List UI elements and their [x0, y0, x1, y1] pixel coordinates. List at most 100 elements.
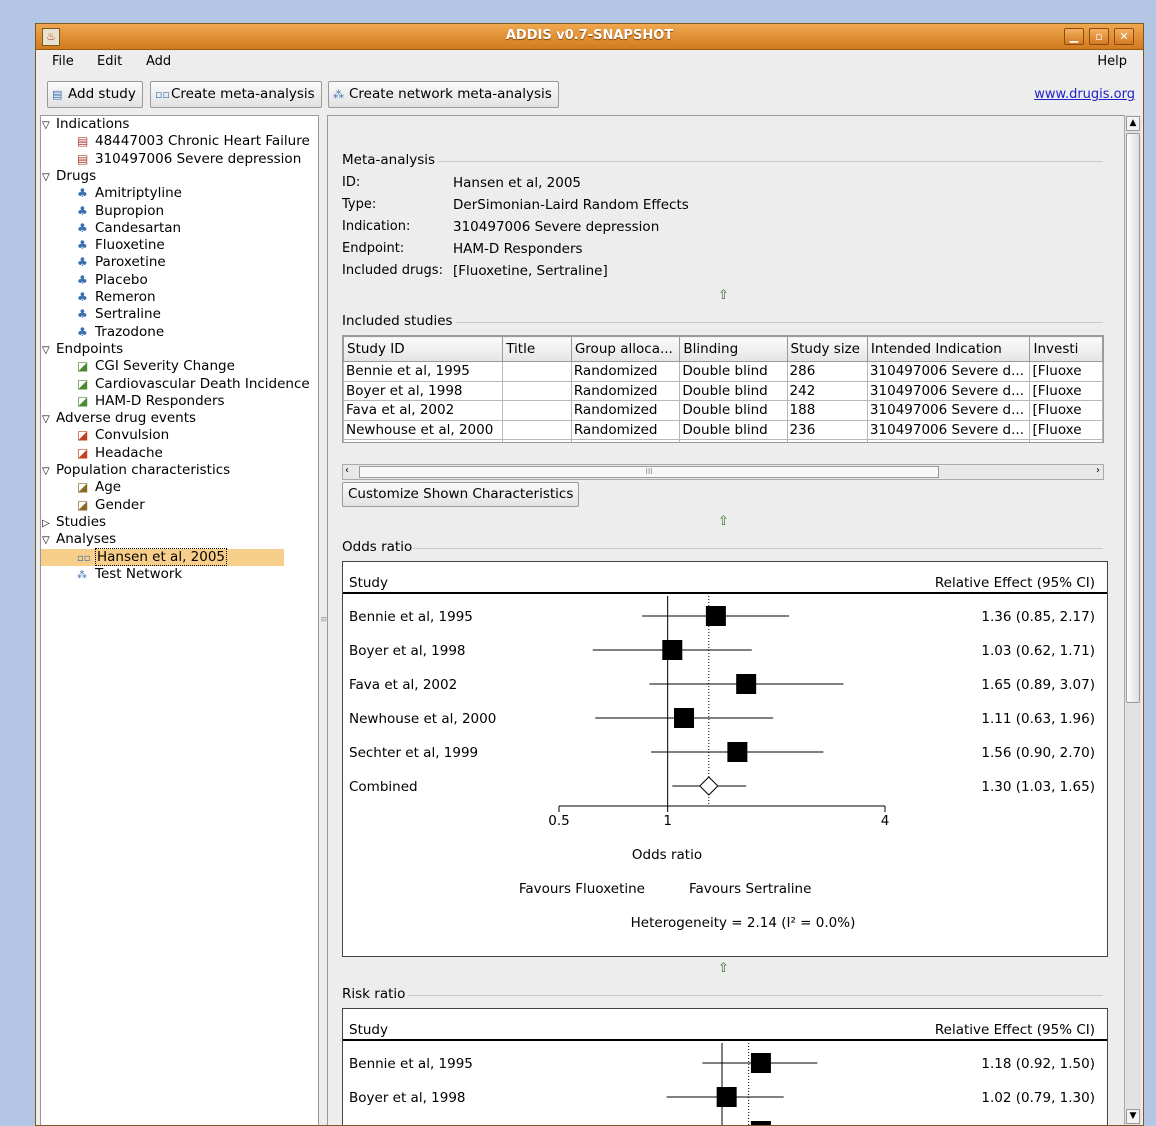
table-horizontal-scrollbar[interactable]: ‹ III ›: [342, 464, 1104, 480]
tree-group-analyses[interactable]: ▽ Analyses: [42, 531, 116, 548]
effect-value: 1.30 (1.03, 1.65): [981, 779, 1095, 795]
scroll-up-icon[interactable]: ▲: [1126, 116, 1140, 131]
table-cell: [Fluoxe: [1029, 361, 1103, 382]
tree-item[interactable]: ▤ 48447003 Chronic Heart Failure: [77, 133, 310, 150]
drugs-icon: ♣: [77, 272, 88, 287]
tree-item[interactable]: ♣ Candesartan: [77, 220, 181, 237]
tree-item[interactable]: ♣ Fluoxetine: [77, 237, 165, 254]
table-row[interactable]: Fava et al, 2002 Randomized Double blind 18…: [343, 400, 1103, 421]
customize-characteristics-button[interactable]: Customize Shown Characteristics: [342, 482, 580, 507]
expanded-triangle-icon[interactable]: ▽: [42, 169, 56, 186]
tree-group-studies[interactable]: ▷ Studies: [42, 514, 106, 531]
tree-group-drugs[interactable]: ▽ Drugs: [42, 168, 96, 185]
tree-group-label: Population characteristics: [56, 462, 231, 478]
create-meta-label: Create meta-analysis: [171, 86, 315, 102]
expanded-triangle-icon[interactable]: ▽: [42, 411, 56, 428]
risk-ratio-section-title: Risk ratio: [342, 986, 406, 1002]
table-cell: Randomized: [570, 419, 681, 440]
tree-item-label: 310497006 Severe depression: [95, 150, 302, 167]
tree-item[interactable]: ◪ Headache: [77, 445, 163, 462]
minimize-icon[interactable]: ▁: [1064, 28, 1084, 45]
type-value: DerSimonian-Laird Random Effects: [453, 197, 689, 213]
risk-ratio-chart: Study Relative Effect (95% CI) Bennie et a…: [343, 1022, 1107, 1125]
expanded-triangle-icon[interactable]: ▽: [42, 342, 56, 359]
table-row[interactable]: Sechter et al, 1999 RandomizedDouble blin…: [343, 439, 1103, 442]
table-row[interactable]: Newhouse et al, 2000 Randomized Double bli…: [343, 419, 1103, 440]
table-scroll-thumb[interactable]: III: [359, 466, 939, 478]
tree-item-label: Convulsion: [95, 427, 170, 444]
column-header[interactable]: Blinding: [679, 336, 788, 362]
column-header[interactable]: Intended Indication: [866, 336, 1031, 362]
column-header[interactable]: Study size: [786, 336, 868, 362]
title-bar: ♨ ADDIS v0.7-SNAPSHOT ▁ ▫ ✕: [36, 24, 1143, 50]
table-row[interactable]: Boyer et al, 1998 Randomized Double blind 2…: [343, 380, 1103, 401]
app-window: ♨ ADDIS v0.7-SNAPSHOT ▁ ▫ ✕ File Edit Ad…: [35, 23, 1144, 1126]
scroll-down-icon[interactable]: ▼: [1126, 1109, 1140, 1124]
tree-item[interactable]: ▫▫ Hansen et al, 2005: [41, 547, 284, 566]
column-header[interactable]: Group alloca...: [570, 336, 681, 362]
endpoints-icon: ◪: [77, 393, 89, 408]
study-label: Bennie et al, 1995: [349, 1056, 473, 1072]
create-network-meta-analysis-button[interactable]: ⁂ Create network meta-analysis: [328, 81, 559, 108]
tree-item[interactable]: ◪ Cardiovascular Death Incidence: [77, 376, 310, 393]
expanded-triangle-icon[interactable]: ▽: [42, 532, 56, 549]
table-cell: Double blind: [679, 400, 788, 421]
endpoint-label: Endpoint:: [342, 241, 405, 256]
tree-group-endpoints[interactable]: ▽ Endpoints: [42, 341, 123, 358]
tree-item[interactable]: ▤ 310497006 Severe depression: [77, 151, 301, 168]
collapse-arrow-icon[interactable]: ⇧: [718, 288, 729, 303]
column-header[interactable]: Title: [502, 336, 572, 362]
menu-file[interactable]: File: [52, 54, 74, 69]
expanded-triangle-icon[interactable]: ▽: [42, 117, 56, 134]
tree-item[interactable]: ♣ Bupropion: [77, 203, 164, 220]
tree-group-ade[interactable]: ▽ Adverse drug events: [42, 410, 196, 427]
expanded-triangle-icon[interactable]: ▽: [42, 463, 56, 480]
menu-help[interactable]: Help: [1097, 54, 1127, 69]
collapse-arrow-icon[interactable]: ⇧: [718, 961, 729, 976]
menu-add[interactable]: Add: [146, 54, 171, 69]
tree-item-label: Headache: [95, 444, 163, 461]
tree-item[interactable]: ♣ Trazodone: [77, 324, 164, 341]
add-study-button[interactable]: ▤ Add study: [47, 81, 143, 108]
tree-group-indications[interactable]: ▽ Indications: [42, 116, 129, 133]
scroll-right-icon[interactable]: ›: [1096, 465, 1100, 476]
tree-item[interactable]: ⁂ Test Network: [77, 566, 182, 583]
drugis-link[interactable]: www.drugis.org: [1034, 87, 1135, 102]
tree-item[interactable]: ◪ Age: [77, 479, 121, 496]
tree-item[interactable]: ♣ Placebo: [77, 272, 148, 289]
maximize-icon[interactable]: ▫: [1089, 28, 1109, 45]
column-header[interactable]: Study ID: [343, 336, 504, 362]
drugs-icon: ♣: [77, 186, 88, 201]
tree-item[interactable]: ◪ Gender: [77, 497, 145, 514]
tree-item[interactable]: ◪ Convulsion: [77, 427, 169, 444]
tree-item[interactable]: ◪ CGI Severity Change: [77, 358, 235, 375]
included-drugs-value: [Fluoxetine, Sertraline]: [453, 263, 608, 279]
tree-item[interactable]: ♣ Paroxetine: [77, 254, 166, 271]
tree-group-population[interactable]: ▽ Population characteristics: [42, 462, 230, 479]
menu-edit[interactable]: Edit: [97, 54, 122, 69]
table-cell: [Fluoxe: [1029, 439, 1103, 442]
column-header[interactable]: Investi: [1029, 336, 1103, 362]
table-cell: [502, 419, 572, 440]
study-label: Fava et al, 2002: [349, 677, 457, 693]
tree-group-label: Studies: [56, 513, 107, 530]
table-cell: Randomized: [570, 400, 681, 421]
collapsed-triangle-icon[interactable]: ▷: [42, 515, 56, 532]
close-icon[interactable]: ✕: [1114, 28, 1134, 45]
drugs-icon: ♣: [77, 324, 88, 339]
collapse-arrow-icon[interactable]: ⇧: [718, 514, 729, 529]
tree-item[interactable]: ♣ Sertraline: [77, 306, 161, 323]
tree-item[interactable]: ♣ Remeron: [77, 289, 156, 306]
vertical-scrollbar[interactable]: ▲ ▼: [1124, 115, 1141, 1125]
ade-icon: ◪: [77, 445, 89, 460]
create-meta-analysis-button[interactable]: ▫▫Create meta-analysis: [150, 81, 322, 108]
scroll-left-icon[interactable]: ‹: [345, 465, 349, 476]
split-pane-divider[interactable]: ≡: [319, 115, 328, 1125]
table-cell: [Fluoxe: [1029, 380, 1103, 401]
vertical-scroll-thumb[interactable]: [1126, 133, 1140, 703]
table-cell: Boyer et al, 1998: [343, 380, 504, 401]
tree-item[interactable]: ♣ Amitriptyline: [77, 185, 182, 202]
meta-analysis-view: Meta-analysis ID: Hansen et al, 2005 Typ…: [327, 115, 1141, 1125]
table-row[interactable]: Bennie et al, 1995 Randomized Double blind…: [343, 361, 1103, 382]
tree-item[interactable]: ◪ HAM-D Responders: [77, 393, 225, 410]
